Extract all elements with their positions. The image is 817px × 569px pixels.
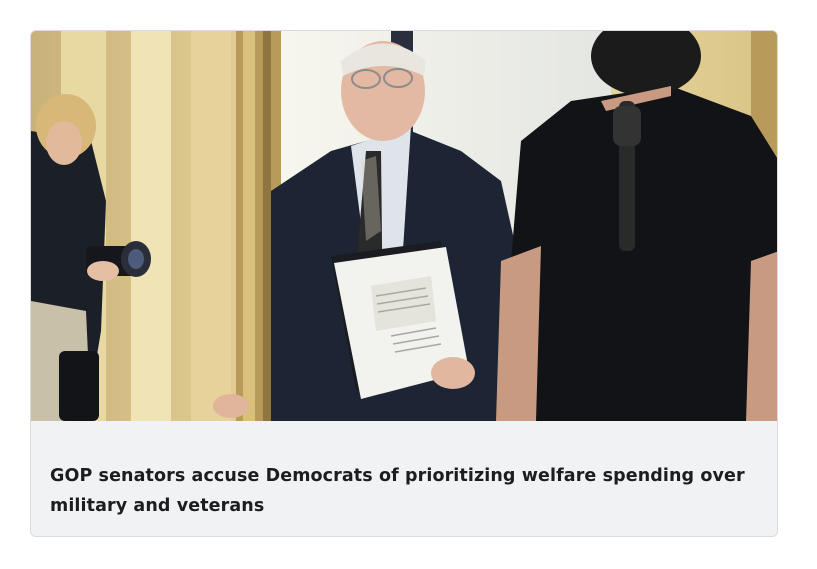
article-photo[interactable] xyxy=(31,31,778,421)
article-headline[interactable]: GOP senators accuse Democrats of priorit… xyxy=(50,461,766,521)
news-card[interactable]: GOP senators accuse Democrats of priorit… xyxy=(30,30,778,537)
